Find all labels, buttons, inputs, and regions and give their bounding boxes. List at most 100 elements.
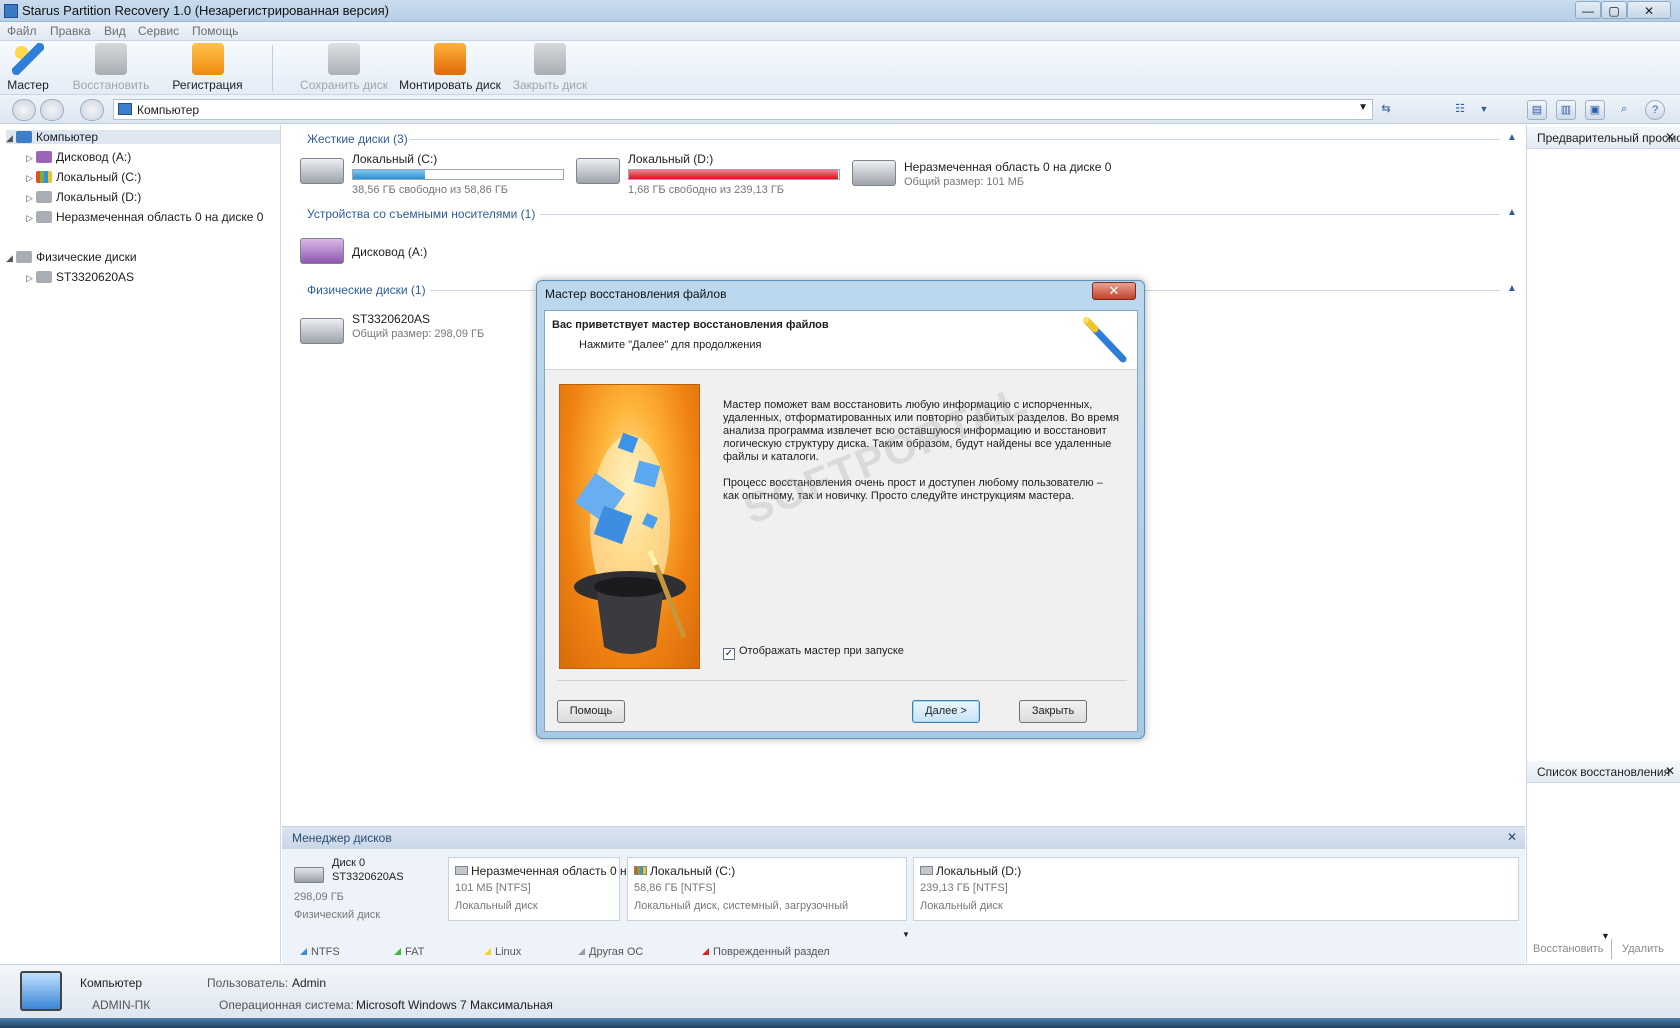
expand-arrow-icon[interactable]: ▷	[26, 193, 36, 204]
close-icon[interactable]: ✕	[1507, 830, 1517, 844]
computer-icon	[118, 103, 132, 115]
panel-split-icon[interactable]: ▥	[1556, 100, 1576, 120]
partition-unallocated[interactable]: Неразмеченная область 0 н 101 МБ [NTFS] …	[448, 857, 627, 921]
drive-tile-c[interactable]: Локальный (C:) 38,56 ГБ свободно из 58,8…	[300, 152, 570, 196]
shopping-bag-icon	[191, 43, 224, 75]
drive-tile-d[interactable]: Локальный (D:) 1,68 ГБ свободно из 239,1…	[576, 152, 846, 196]
help-button[interactable]: Помощь	[557, 700, 625, 723]
group-divider	[540, 214, 1500, 215]
wizard-button[interactable]: Мастер	[4, 43, 52, 93]
panel-layout-icon[interactable]: ▤	[1527, 100, 1547, 120]
next-button[interactable]: Далее >	[912, 700, 980, 723]
refresh-icon[interactable]: ⇆	[1376, 100, 1396, 120]
expand-arrow-icon[interactable]: ▷	[26, 173, 36, 184]
forward-button[interactable]	[40, 99, 64, 121]
help-icon[interactable]: ?	[1645, 100, 1665, 120]
restore-list-delete-button[interactable]: Удалить	[1622, 943, 1664, 955]
search-icon[interactable]: ⌕	[1614, 100, 1634, 120]
dialog-title: Мастер восстановления файлов	[545, 287, 727, 301]
close-icon[interactable]: ✕	[1665, 764, 1675, 778]
collapse-icon[interactable]: ▲	[1507, 207, 1517, 218]
save-disk-icon	[328, 43, 360, 75]
disk-0-info[interactable]: Диск 0 ST3320620AS 298,09 ГБ Физический …	[292, 857, 442, 921]
menu-file[interactable]: Файл	[7, 24, 37, 38]
back-button[interactable]	[12, 99, 36, 121]
partition-d[interactable]: Локальный (D:) 239,13 ГБ [NTFS] Локальны…	[913, 857, 1519, 921]
hard-drive-icon	[852, 160, 896, 186]
dialog-close-button[interactable]: ✕	[1092, 282, 1136, 300]
maximize-button[interactable]: ▢	[1601, 1, 1627, 19]
drive-tile-floppy[interactable]: Дисковод (A:)	[300, 232, 500, 272]
chevron-down-icon[interactable]: ▼	[1358, 102, 1368, 113]
menu-help[interactable]: Помощь	[192, 24, 238, 38]
tree-item-drive-d[interactable]: ▷ Локальный (D:)	[26, 190, 141, 204]
tree-item-unallocated[interactable]: ▷ Неразмеченная область 0 на диске 0	[26, 210, 263, 224]
show-wizard-checkbox[interactable]: ✓ Отображать мастер при запуске	[723, 645, 904, 660]
close-window-button[interactable]: ✕	[1627, 1, 1671, 19]
status-computer: Компьютер	[80, 976, 143, 990]
menu-view[interactable]: Вид	[104, 24, 126, 38]
chevron-down-icon[interactable]: ▼	[1601, 931, 1610, 941]
menu-bar: Файл Правка Вид Сервис Помощь	[0, 22, 1680, 41]
system-drive-icon	[36, 171, 52, 183]
close-disk-button[interactable]: Закрыть диск	[510, 43, 590, 93]
drive-tile-physical[interactable]: ST3320620AS Общий размер: 298,09 ГБ	[300, 312, 520, 348]
damaged-color-icon	[702, 948, 709, 955]
address-field[interactable]: Компьютер ▼	[113, 99, 1373, 120]
computer-icon	[16, 131, 32, 143]
toolbar: Мастер Восстановить Регистрация Сохранит…	[0, 41, 1680, 95]
save-icon[interactable]: ▣	[1585, 100, 1605, 120]
expand-arrow-icon[interactable]: ▷	[26, 273, 36, 284]
view-mode-icon[interactable]: ☷	[1450, 100, 1470, 120]
tree-item-drive-c[interactable]: ▷ Локальный (C:)	[26, 170, 141, 184]
group-divider	[1145, 290, 1500, 291]
minimize-button[interactable]: —	[1575, 1, 1601, 19]
up-button[interactable]	[80, 99, 104, 121]
ntfs-color-icon	[300, 948, 307, 955]
mount-disk-icon	[434, 43, 466, 75]
view-dropdown-icon[interactable]: ▼	[1474, 100, 1494, 120]
expand-arrow-icon[interactable]: ◢	[6, 133, 16, 144]
tree-item-computer[interactable]: ◢ Компьютер	[6, 130, 280, 144]
save-disk-button[interactable]: Сохранить диск	[300, 43, 388, 93]
collapse-icon[interactable]: ▲	[1507, 283, 1517, 294]
hdd-group-header[interactable]: Жесткие диски (3)	[307, 132, 408, 146]
checkbox-checked-icon[interactable]: ✓	[723, 648, 735, 660]
menu-service[interactable]: Сервис	[138, 24, 179, 38]
physical-group-header[interactable]: Физические диски (1)	[307, 283, 426, 297]
computer-icon	[20, 971, 62, 1011]
mount-disk-button[interactable]: Монтировать диск	[398, 43, 502, 93]
dialog-body: Вас приветствует мастер восстановления ф…	[544, 310, 1138, 732]
legend-linux: Linux	[484, 946, 521, 958]
dialog-subheading: Нажмите "Далее" для продолжения	[579, 339, 762, 351]
usage-bar	[352, 169, 564, 180]
restore-icon	[95, 43, 127, 75]
register-button[interactable]: Регистрация	[170, 43, 245, 93]
partition-c[interactable]: Локальный (C:) 58,86 ГБ [NTFS] Локальный…	[627, 857, 907, 921]
close-button[interactable]: Закрыть	[1019, 700, 1087, 723]
system-drive-icon	[634, 866, 647, 875]
removable-group-header[interactable]: Устройства со съемными носителями (1)	[307, 207, 535, 221]
chevron-down-icon[interactable]: ▼	[902, 930, 910, 939]
status-user-label: Пользователь:	[207, 976, 289, 990]
dialog-divider	[557, 680, 1127, 681]
expand-arrow-icon[interactable]: ◢	[6, 253, 16, 264]
expand-arrow-icon[interactable]: ▷	[26, 153, 36, 164]
status-os: Microsoft Windows 7 Максимальная	[356, 998, 553, 1012]
expand-arrow-icon[interactable]: ▷	[26, 213, 36, 224]
drive-tile-unallocated[interactable]: Неразмеченная область 0 на диске 0 Общий…	[852, 160, 1152, 196]
other-os-color-icon	[578, 948, 585, 955]
collapse-icon[interactable]: ▲	[1507, 132, 1517, 143]
restore-button[interactable]: Восстановить	[70, 43, 152, 93]
tree-item-physical-disks[interactable]: ◢ Физические диски	[6, 250, 137, 264]
close-icon[interactable]: ✕	[1665, 130, 1675, 144]
tree-item-floppy[interactable]: ▷ Дисковод (A:)	[26, 150, 131, 164]
floppy-drive-icon	[36, 151, 52, 163]
magic-wand-icon	[12, 43, 44, 75]
tree-item-st3320620as[interactable]: ▷ ST3320620AS	[26, 270, 134, 284]
menu-edit[interactable]: Правка	[50, 24, 91, 38]
usage-fill	[629, 170, 838, 179]
legend-fat: FAT	[394, 946, 424, 958]
magic-hat-illustration	[559, 384, 700, 669]
restore-list-restore-button[interactable]: Восстановить	[1533, 943, 1603, 955]
